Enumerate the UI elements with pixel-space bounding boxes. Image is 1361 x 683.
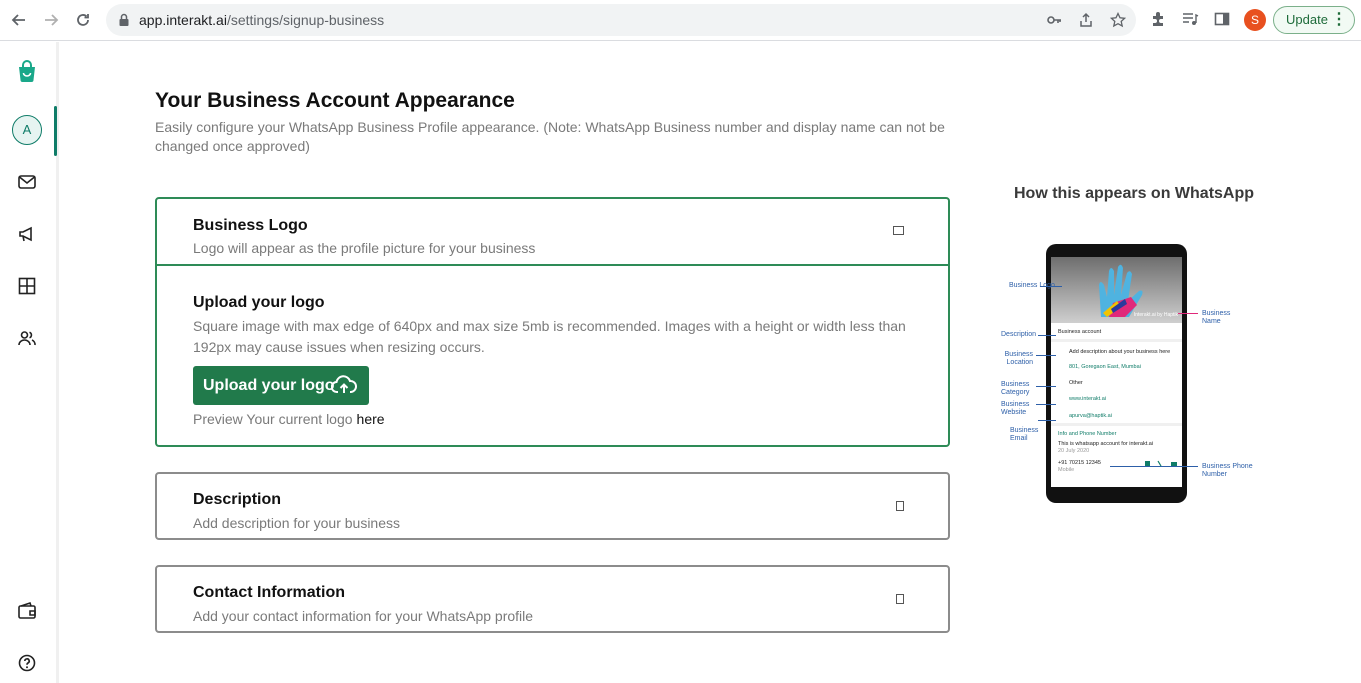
users-icon[interactable]: [16, 327, 38, 349]
callout-line: [1038, 420, 1056, 421]
callout-line: [1038, 335, 1056, 336]
upload-logo-button[interactable]: Upload your logo: [193, 366, 369, 405]
separator: [1051, 339, 1182, 342]
key-icon[interactable]: [1046, 12, 1062, 28]
phone-number: +91 70215 12345: [1058, 460, 1101, 466]
grid-icon[interactable]: [16, 275, 38, 297]
sidebar: A: [0, 42, 59, 683]
address-bar[interactable]: app.interakt.ai/settings/signup-business: [106, 4, 1136, 36]
menu-dots-icon: ⋮: [1331, 11, 1347, 28]
account-type: Business account: [1058, 329, 1102, 335]
expand-icon[interactable]: [896, 501, 904, 511]
profile-avatar[interactable]: S: [1244, 9, 1266, 31]
page-title: Your Business Account Appearance: [155, 89, 515, 112]
forward-icon[interactable]: [39, 8, 63, 32]
info-date: 20 July 2020: [1058, 448, 1090, 454]
contact-information-section[interactable]: Contact Information Add your contact inf…: [155, 565, 950, 633]
avatar[interactable]: A: [12, 115, 42, 145]
logo-icon[interactable]: [16, 60, 38, 82]
callout-line: [1110, 466, 1198, 467]
section-subtitle: Add your contact information for your Wh…: [193, 608, 534, 624]
callout-business-category: Business Category: [1001, 381, 1030, 396]
separator: [1051, 423, 1182, 426]
section-title: Business Logo: [193, 217, 308, 234]
category-text: Other: [1069, 380, 1083, 386]
website-text: www.interakt.ai: [1069, 396, 1106, 402]
side-panel-icon[interactable]: [1212, 10, 1232, 30]
section-subtitle: Add description for your business: [193, 515, 400, 531]
url-text: app.interakt.ai/settings/signup-business: [139, 12, 385, 28]
star-icon[interactable]: [1109, 11, 1127, 28]
media-icon[interactable]: [1180, 10, 1200, 30]
callout-business-name: Business Name: [1202, 310, 1231, 325]
phone-type: Mobile: [1058, 467, 1075, 473]
profile-picture: Interakt.ai by Haptik: [1051, 257, 1182, 323]
callout-line: [1036, 404, 1056, 405]
campaign-icon[interactable]: [16, 223, 38, 245]
update-button[interactable]: Update ⋮: [1273, 6, 1355, 34]
browser-toolbar: app.interakt.ai/settings/signup-business…: [0, 0, 1361, 41]
info-text: This is whatsapp account for interakt.ai: [1058, 441, 1154, 447]
inbox-icon[interactable]: [16, 171, 38, 193]
callout-line: [1178, 313, 1198, 314]
whatsapp-preview-title: How this appears on WhatsApp: [1014, 185, 1255, 202]
callout-description: Description: [1001, 331, 1037, 338]
callout-line: [1036, 386, 1056, 387]
business-logo-header[interactable]: Business Logo Logo will appear as the pr…: [157, 199, 948, 266]
description-section[interactable]: Description Add description for your bus…: [155, 472, 950, 540]
section-title: Contact Information: [193, 584, 345, 601]
business-logo-section: Business Logo Logo will appear as the pr…: [155, 197, 950, 447]
upload-title: Upload your logo: [193, 294, 325, 311]
phone-screen: Interakt.ai by Haptik Business account A…: [1051, 257, 1182, 487]
section-title: Description: [193, 491, 282, 508]
expand-icon[interactable]: [896, 594, 904, 604]
profile-name: Interakt.ai by Haptik: [1133, 312, 1178, 318]
callout-business-phone: Business Phone Number: [1202, 463, 1253, 478]
preview-link[interactable]: here: [357, 411, 385, 427]
wallet-icon[interactable]: [16, 600, 38, 622]
help-icon[interactable]: [16, 652, 38, 674]
lock-icon: [116, 12, 132, 28]
callout-line: [1040, 286, 1062, 287]
callout-business-location: Business Location: [1004, 351, 1033, 366]
active-indicator: [54, 106, 57, 156]
share-icon[interactable]: [1078, 12, 1094, 28]
callout-line: [1036, 355, 1056, 356]
callout-business-website: Business Website: [1001, 401, 1030, 416]
email-text: apurva@haptik.ai: [1069, 413, 1112, 419]
phone-mockup: Interakt.ai by Haptik Business account A…: [1046, 244, 1187, 503]
main-content: Your Business Account Appearance Easily …: [60, 42, 1361, 683]
extensions-icon[interactable]: [1149, 10, 1169, 30]
cloud-upload-icon: [331, 375, 357, 393]
back-icon[interactable]: [7, 8, 31, 32]
upload-description: Square image with max edge of 640px and …: [193, 318, 906, 355]
description-text: Add description about your business here: [1069, 349, 1171, 355]
reload-icon[interactable]: [71, 8, 95, 32]
section-subtitle: Logo will appear as the profile picture …: [193, 240, 536, 256]
info-heading: Info and Phone Number: [1058, 431, 1117, 437]
callout-business-email: Business Email: [1010, 427, 1039, 442]
collapse-icon[interactable]: [893, 226, 904, 235]
preview-text: Preview Your current logo here: [193, 411, 385, 427]
page-subtitle: Easily configure your WhatsApp Business …: [155, 119, 945, 154]
location-text: 801, Goregaon East, Mumbai: [1069, 364, 1141, 370]
